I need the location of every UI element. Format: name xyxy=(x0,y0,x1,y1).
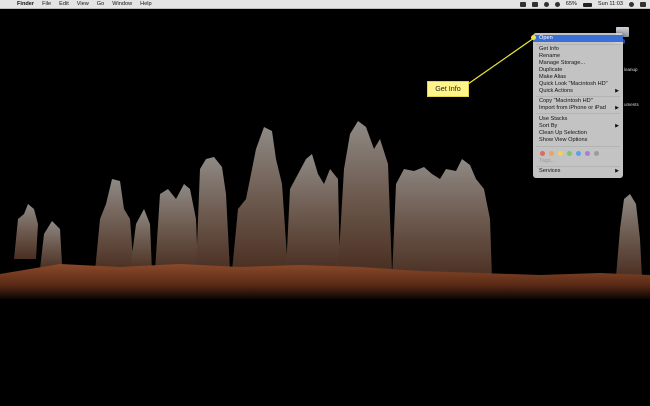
callout-leader-line xyxy=(467,37,535,85)
callout-get-info: Get Info xyxy=(427,81,469,97)
callout-pointer-dot xyxy=(531,35,536,40)
